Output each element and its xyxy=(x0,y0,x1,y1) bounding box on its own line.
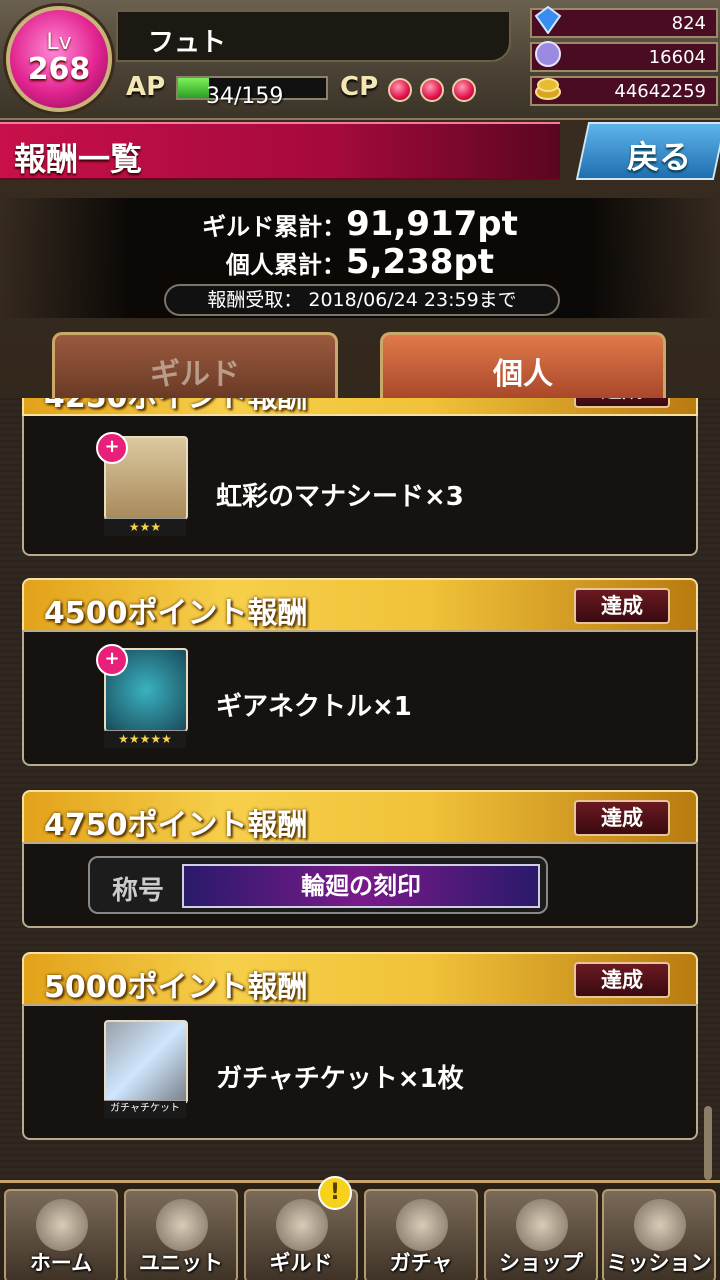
nav-gacha[interactable]: ガチャ xyxy=(364,1189,478,1280)
cp-orb xyxy=(388,78,412,102)
resource-crystal-value: 16604 xyxy=(648,47,706,68)
achieved-badge[interactable]: 達成 xyxy=(574,800,670,836)
tab-personal[interactable]: 個人 xyxy=(380,332,666,398)
scrollbar[interactable] xyxy=(704,1106,712,1180)
title-reward-plate[interactable]: 称号 輪廻の刻印 xyxy=(88,856,548,914)
back-button-label: 戻る xyxy=(627,138,692,176)
title-reward-name: 輪廻の刻印 xyxy=(182,864,540,908)
tab-guild-label: ギルド xyxy=(150,357,240,392)
page-title: 報酬一覧 xyxy=(14,140,143,178)
app-root: Lv 268 フュト AP 34/159 CP 824 16604 446422… xyxy=(0,0,720,1280)
reward-header-title: 4250ポイント報酬 xyxy=(44,398,308,416)
tab-personal-label: 個人 xyxy=(493,357,553,392)
bottom-nav: ホーム ユニット ギルド ガチャ ショップ ミッション xyxy=(0,1180,720,1280)
item-rarity: ★★★★★ xyxy=(104,730,186,748)
nav-gacha-label: ガチャ xyxy=(389,1251,453,1275)
nav-mission[interactable]: ミッション xyxy=(602,1189,716,1280)
level-value: 268 xyxy=(27,52,91,87)
reward-header: 4750ポイント報酬 達成 xyxy=(22,790,698,844)
reward-header: 5000ポイント報酬 達成 xyxy=(22,952,698,1006)
home-icon xyxy=(36,1199,88,1251)
zoom-icon[interactable]: + xyxy=(96,644,128,676)
player-name-bar: フュト xyxy=(116,10,511,62)
reward-header-title: 5000ポイント報酬 xyxy=(44,970,308,1005)
item-rarity: ★★★ xyxy=(104,518,186,536)
level-badge: Lv 268 xyxy=(6,6,112,112)
reward-header: 4250ポイント報酬 達成 xyxy=(22,398,698,416)
cp-orb xyxy=(420,78,444,102)
nav-mission-label: ミッション xyxy=(606,1251,712,1275)
reward-header-title: 4750ポイント報酬 xyxy=(44,808,308,843)
achieved-badge[interactable]: 達成 xyxy=(574,398,670,408)
mission-icon xyxy=(634,1199,686,1251)
resource-gem-value: 824 xyxy=(671,13,706,34)
ap-bar-fill xyxy=(178,78,210,98)
cp-orb xyxy=(452,78,476,102)
ap-value: 34/159 xyxy=(206,84,284,109)
achieved-badge[interactable]: 達成 xyxy=(574,962,670,998)
personal-total-value: 5,238pt xyxy=(345,242,495,282)
nav-unit[interactable]: ユニット xyxy=(124,1189,238,1280)
status-header: Lv 268 フュト AP 34/159 CP 824 16604 446422… xyxy=(0,0,720,120)
nav-home-label: ホーム xyxy=(29,1251,93,1275)
player-name: フュト xyxy=(148,28,227,58)
nav-shop[interactable]: ショップ xyxy=(484,1189,598,1280)
reward-deadline: 報酬受取： 2018/06/24 23:59まで xyxy=(164,284,560,316)
reward-item-name: ギアネクトル×1 xyxy=(216,692,412,722)
guild-alert-icon: ! xyxy=(318,1176,352,1210)
tab-guild[interactable]: ギルド xyxy=(52,332,338,398)
achieved-badge[interactable]: 達成 xyxy=(574,588,670,624)
title-kind-label: 称号 xyxy=(112,876,165,906)
reward-header: 4500ポイント報酬 達成 xyxy=(22,578,698,632)
zoom-icon[interactable]: + xyxy=(96,432,128,464)
personal-total-line: 個人累計：5,238pt xyxy=(0,242,720,282)
coin-icon xyxy=(535,78,561,100)
ticket-caption: ガチャチケット xyxy=(104,1100,186,1118)
back-button[interactable]: 戻る xyxy=(575,122,720,180)
nav-home[interactable]: ホーム xyxy=(4,1189,118,1280)
guild-total-label: ギルド累計： xyxy=(202,213,347,241)
reward-item-name: 虹彩のマナシード×3 xyxy=(216,482,464,512)
crystal-icon xyxy=(535,41,561,67)
blue-gem-icon xyxy=(534,6,562,34)
cp-label: CP xyxy=(340,72,379,102)
nav-guild-label: ギルド xyxy=(269,1251,333,1275)
reward-header-title: 4500ポイント報酬 xyxy=(44,596,308,631)
reward-list[interactable]: 4250ポイント報酬 達成 ★★★ + 虹彩のマナシード×3 4500ポイント報… xyxy=(0,398,720,1180)
reward-item-name: ガチャチケット×1枚 xyxy=(216,1064,464,1094)
gacha-icon xyxy=(396,1199,448,1251)
nav-unit-label: ユニット xyxy=(139,1251,223,1275)
unit-icon xyxy=(156,1199,208,1251)
ticket-thumbnail[interactable] xyxy=(104,1020,188,1104)
shop-icon xyxy=(516,1199,568,1251)
personal-total-label: 個人累計： xyxy=(225,251,346,279)
page-title-bar: 報酬一覧 xyxy=(0,122,560,180)
ap-label: AP xyxy=(126,72,166,102)
nav-shop-label: ショップ xyxy=(499,1251,583,1275)
guild-total-line: ギルド累計：91,917pt xyxy=(0,204,720,244)
guild-total-value: 91,917pt xyxy=(346,204,518,244)
resource-coin-value: 44642259 xyxy=(614,81,706,102)
guild-icon xyxy=(276,1199,328,1251)
